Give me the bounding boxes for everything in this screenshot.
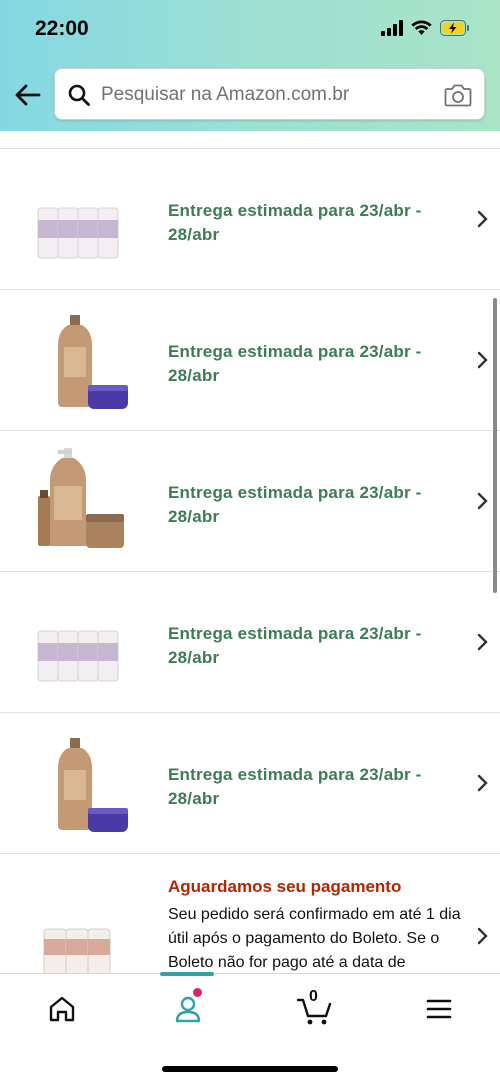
app-header: 22:00 Pesquisar na Amazon.com.br [0, 0, 500, 131]
back-arrow-icon[interactable] [12, 80, 42, 110]
nav-menu[interactable] [422, 992, 456, 1026]
delivery-estimate: Entrega estimada para 23/abr - 28/abr [168, 624, 422, 667]
signal-icon [381, 20, 403, 36]
product-ampoules-image [37, 630, 119, 682]
nav-cart[interactable]: 0 [296, 988, 334, 1026]
battery-charging-icon [440, 20, 469, 36]
status-bar: 22:00 [0, 0, 500, 60]
order-row[interactable]: Entrega estimada para 23/abr - 28/abr [0, 572, 500, 713]
order-row-pending[interactable]: Aguardamos seu pagamento Seu pedido será… [0, 854, 500, 973]
status-icons [381, 20, 470, 36]
home-indicator [162, 1066, 338, 1072]
nav-home[interactable] [45, 992, 79, 1026]
order-row[interactable]: Entrega estimada para 23/abr - 28/abr [0, 431, 500, 572]
order-row[interactable]: Entrega estimada para 23/abr - 28/abr [0, 149, 500, 290]
order-row[interactable]: Entrega estimada para 23/abr - 28/abr [0, 290, 500, 431]
home-icon [49, 996, 75, 1022]
search-placeholder: Pesquisar na Amazon.com.br [101, 84, 350, 105]
account-icon [175, 996, 201, 1023]
notification-dot [193, 988, 202, 997]
delivery-estimate: Entrega estimada para 23/abr - 28/abr [168, 201, 422, 244]
product-ampoules-image [37, 207, 119, 259]
chevron-right-icon [477, 633, 488, 651]
bottom-nav: 0 [0, 972, 500, 1040]
nav-account[interactable] [171, 988, 205, 1026]
pending-payment-title: Aguardamos seu pagamento [168, 877, 402, 896]
pending-payment-description: Seu pedido será confirmado em até 1 dia … [168, 906, 461, 971]
product-ampoules-image [43, 928, 111, 973]
delivery-estimate: Entrega estimada para 23/abr - 28/abr [168, 342, 422, 385]
chevron-right-icon [477, 351, 488, 369]
camera-icon[interactable] [444, 82, 472, 108]
orders-list: Entrega estimada para 23/abr - 28/abr En… [0, 148, 500, 973]
product-kit-image [38, 448, 124, 548]
scrollbar[interactable] [493, 298, 497, 593]
chevron-right-icon [477, 210, 488, 228]
delivery-estimate: Entrega estimada para 23/abr - 28/abr [168, 765, 422, 808]
active-tab-indicator [160, 972, 214, 976]
chevron-right-icon [477, 774, 488, 792]
order-row[interactable]: Entrega estimada para 23/abr - 28/abr [0, 713, 500, 854]
search-icon [68, 84, 90, 106]
delivery-estimate: Entrega estimada para 23/abr - 28/abr [168, 483, 422, 526]
product-shampoo-mask-image [58, 315, 128, 409]
chevron-right-icon [477, 492, 488, 510]
search-input[interactable]: Pesquisar na Amazon.com.br [54, 68, 485, 120]
status-time: 22:00 [35, 17, 89, 40]
wifi-icon [411, 20, 432, 35]
cart-count: 0 [309, 988, 318, 1005]
chevron-right-icon [477, 927, 488, 945]
menu-icon [426, 999, 452, 1019]
product-shampoo-mask-image [58, 738, 128, 832]
